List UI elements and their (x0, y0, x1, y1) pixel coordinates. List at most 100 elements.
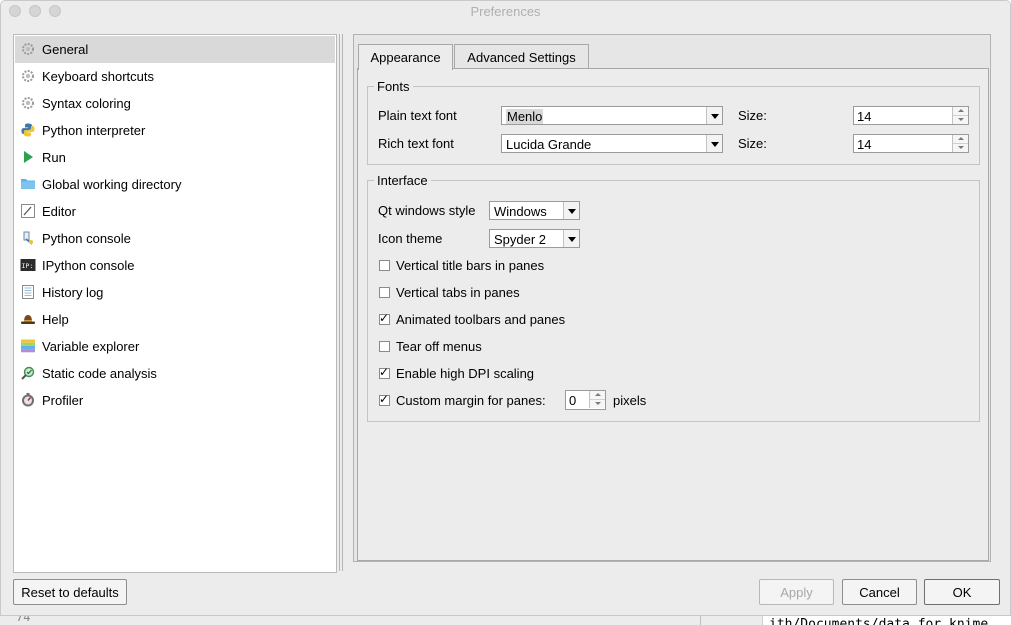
qt-windows-style-label: Qt windows style (378, 203, 476, 218)
run-icon (24, 151, 33, 163)
spin-down-icon[interactable] (953, 144, 968, 152)
icon-theme-select[interactable]: Spyder 2 (489, 229, 580, 248)
ok-button-label: OK (952, 585, 972, 600)
cancel-button[interactable]: Cancel (842, 579, 917, 605)
tab-advanced-settings[interactable]: Advanced Settings (454, 44, 589, 69)
rich-text-font-label: Rich text font (378, 136, 454, 151)
interface-group: Interface Qt windows style Windows Icon … (367, 173, 980, 422)
sidebar-item-general[interactable]: General (15, 36, 335, 63)
plain-text-font-value: Menlo (506, 109, 544, 124)
rich-text-font-value: Lucida Grande (506, 137, 592, 152)
sidebar-item-label: Help (42, 312, 69, 327)
sidebar-item-variable-explorer[interactable]: Variable explorer (15, 333, 335, 360)
sidebar-item-label: Global working directory (42, 177, 182, 192)
icon-theme-value: Spyder 2 (494, 232, 547, 247)
plain-text-font-select[interactable]: Menlo (501, 106, 723, 125)
spin-buttons[interactable] (589, 391, 605, 408)
sidebar-item-keyboard-shortcuts[interactable]: Keyboard shortcuts (15, 63, 335, 90)
apply-button[interactable]: Apply (759, 579, 834, 605)
fonts-group-title: Fonts (374, 79, 413, 94)
tear-off-menus-label: Tear off menus (396, 339, 482, 354)
sidebar-item-label: Editor (42, 204, 76, 219)
sidebar-item-profiler[interactable]: Profiler (15, 387, 335, 414)
custom-margin-value: 0 (569, 393, 577, 408)
tab-appearance[interactable]: Appearance (358, 44, 453, 70)
gear-icon (22, 43, 34, 55)
check-icon: ✓ (379, 365, 390, 379)
apply-button-label: Apply (780, 585, 813, 600)
spin-up-icon[interactable] (953, 107, 968, 116)
qt-windows-style-select[interactable]: Windows (489, 201, 580, 220)
custom-margin-spinbox[interactable]: 0 (565, 390, 606, 410)
vertical-tabs-checkbox[interactable] (379, 287, 390, 298)
vertical-title-bars-checkbox[interactable] (379, 260, 390, 271)
sidebar-item-editor[interactable]: Editor (15, 198, 335, 225)
history-icon (22, 285, 34, 299)
sidebar-item-global-working-directory[interactable]: Global working directory (15, 171, 335, 198)
sidebar-item-history-log[interactable]: History log (15, 279, 335, 306)
sidebar-item-label: History log (42, 285, 104, 300)
sidebar-item-label: Run (42, 150, 66, 165)
variable-explorer-icon (21, 339, 35, 353)
spin-buttons[interactable] (952, 135, 968, 152)
rich-font-size-spinbox[interactable]: 14 (853, 134, 969, 153)
settings-panel: Appearance Advanced Settings Fonts Plain… (353, 34, 991, 562)
rich-font-size-value: 14 (857, 137, 872, 152)
sidebar-item-ipython-console[interactable]: IP: IPython console (15, 252, 335, 279)
vertical-tabs-label: Vertical tabs in panes (396, 285, 520, 300)
sidebar-item-label: Static code analysis (42, 366, 157, 381)
qt-windows-style-value: Windows (494, 204, 547, 219)
code-text: ith/Documents/data for knime (769, 617, 989, 625)
custom-margin-label: Custom margin for panes: (396, 393, 546, 408)
spin-down-icon[interactable] (590, 400, 605, 408)
fonts-group: Fonts Plain text font Menlo Size: 14 Ric… (367, 79, 980, 165)
gear-icon (22, 97, 34, 109)
sidebar-item-run[interactable]: Run (15, 144, 335, 171)
custom-margin-checkbox[interactable]: ✓ (379, 392, 390, 406)
appearance-tab-page: Fonts Plain text font Menlo Size: 14 Ric… (357, 68, 989, 561)
rich-text-font-select[interactable]: Lucida Grande (501, 134, 723, 153)
preferences-sidebar: General Keyboard shortcuts Syntax colori… (13, 34, 337, 573)
plain-size-label: Size: (738, 108, 767, 123)
sidebar-item-syntax-coloring[interactable]: Syntax coloring (15, 90, 335, 117)
spin-up-icon[interactable] (953, 135, 968, 144)
sidebar-item-python-console[interactable]: Python console (15, 225, 335, 252)
sidebar-item-python-interpreter[interactable]: Python interpreter (15, 117, 335, 144)
high-dpi-scaling-label: Enable high DPI scaling (396, 366, 535, 381)
cancel-button-label: Cancel (859, 585, 900, 600)
animated-toolbars-checkbox[interactable]: ✓ (379, 311, 390, 325)
sidebar-item-label: Variable explorer (42, 339, 140, 354)
help-icon (21, 315, 35, 324)
sidebar-item-label: Syntax coloring (42, 96, 131, 111)
sidebar-item-label: Keyboard shortcuts (42, 69, 155, 84)
sidebar-item-label: General (42, 42, 89, 57)
python-console-icon (23, 231, 33, 245)
tear-off-menus-checkbox[interactable] (379, 341, 390, 352)
spin-down-icon[interactable] (953, 116, 968, 124)
sidebar-item-label: Python console (42, 231, 131, 246)
icon-theme-label: Icon theme (378, 231, 443, 246)
editor-icon (21, 204, 35, 218)
chevron-down-icon (706, 135, 722, 152)
sidebar-item-static-code-analysis[interactable]: Static code analysis (15, 360, 335, 387)
plain-font-size-spinbox[interactable]: 14 (853, 106, 969, 125)
rich-size-label: Size: (738, 136, 767, 151)
profiler-icon (22, 393, 34, 407)
title-bar: Preferences (1, 1, 1010, 22)
vertical-title-bars-label: Vertical title bars in panes (396, 258, 545, 273)
ok-button[interactable]: OK (924, 579, 1000, 605)
sidebar-item-help[interactable]: Help (15, 306, 335, 333)
sidebar-item-label: Python interpreter (42, 123, 146, 138)
spin-up-icon[interactable] (590, 391, 605, 400)
folder-icon (21, 179, 35, 189)
reset-button-label: Reset to defaults (21, 585, 119, 600)
ipython-icon: IP: (20, 259, 36, 271)
sidebar-item-label: IPython console (42, 258, 135, 273)
high-dpi-scaling-checkbox[interactable]: ✓ (379, 365, 390, 379)
tab-label: Advanced Settings (467, 50, 576, 65)
spin-buttons[interactable] (952, 107, 968, 124)
sidebar-item-label: Profiler (42, 393, 84, 408)
reset-to-defaults-button[interactable]: Reset to defaults (13, 579, 127, 605)
splitter-handle[interactable] (338, 34, 344, 571)
plain-font-size-value: 14 (857, 109, 872, 124)
